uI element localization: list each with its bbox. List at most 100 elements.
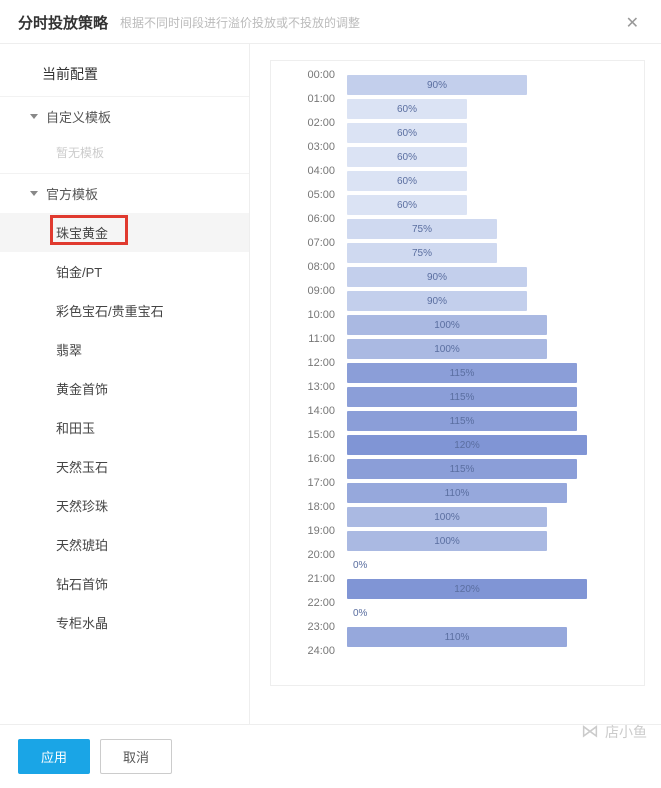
schedule-bar[interactable]: 115% [347,459,577,479]
sidebar-item[interactable]: 钻石首饰 [0,564,249,603]
schedule-bar[interactable]: 110% [347,483,567,503]
sidebar-group-empty: 暂无模板 [0,136,249,173]
time-label: 22:00 [283,597,335,609]
dialog-footer: 应用 取消 [0,724,661,788]
sidebar-item[interactable]: 天然琥珀 [0,525,249,564]
sidebar-item[interactable]: 黄金首饰 [0,369,249,408]
schedule-bar[interactable]: 115% [347,411,577,431]
time-label: 00:00 [283,69,335,81]
sidebar-item[interactable]: 铂金/PT [0,252,249,291]
schedule-bar[interactable]: 100% [347,507,547,527]
time-label: 20:00 [283,549,335,561]
sidebar-item[interactable]: 翡翠 [0,330,249,369]
bar-wrap: 75% [347,219,624,239]
apply-button[interactable]: 应用 [18,739,90,774]
schedule-bar[interactable]: 60% [347,195,467,215]
bar-wrap: 60% [347,99,624,119]
time-label: 08:00 [283,261,335,273]
time-label: 03:00 [283,141,335,153]
time-label: 23:00 [283,621,335,633]
sidebar-group-label: 官方模板 [46,184,98,203]
schedule-bar[interactable]: 60% [347,99,467,119]
bar-wrap: 100% [347,315,624,335]
time-label: 14:00 [283,405,335,417]
time-label: 19:00 [283,525,335,537]
bar-wrap: 120% [347,579,624,599]
schedule-bar[interactable]: 115% [347,363,577,383]
bar-wrap: 60% [347,123,624,143]
sidebar-item[interactable]: 专柜水晶 [0,603,249,642]
sidebar-group-head[interactable]: 自定义模板 [0,96,249,136]
bar-wrap: 90% [347,75,624,95]
sidebar-item[interactable]: 彩色宝石/贵重宝石 [0,291,249,330]
bar-wrap [347,651,624,671]
caret-down-icon [30,191,38,196]
selection-highlight [50,215,128,245]
bar-wrap: 115% [347,459,624,479]
bar-wrap: 120% [347,435,624,455]
time-label: 04:00 [283,165,335,177]
time-label: 02:00 [283,117,335,129]
schedule-bar[interactable]: 120% [347,435,587,455]
sidebar-item[interactable]: 和田玉 [0,408,249,447]
bar-wrap: 0% [347,603,624,623]
schedule-bar[interactable]: 90% [347,75,527,95]
time-label: 18:00 [283,501,335,513]
main-panel: 00:00 90% 01:00 60% 02:00 60% 03:00 60% 04:00 60%… [250,44,661,724]
schedule-bar[interactable]: 60% [347,123,467,143]
time-label: 01:00 [283,93,335,105]
bar-wrap: 100% [347,339,624,359]
time-label: 13:00 [283,381,335,393]
schedule-bar[interactable]: 75% [347,219,497,239]
time-label: 07:00 [283,237,335,249]
time-label: 11:00 [283,333,335,345]
time-label: 15:00 [283,429,335,441]
cancel-button[interactable]: 取消 [100,739,172,774]
schedule-bar[interactable]: 60% [347,147,467,167]
time-label: 06:00 [283,213,335,225]
sidebar-item[interactable]: 天然玉石 [0,447,249,486]
bar-wrap: 110% [347,483,624,503]
bar-wrap: 100% [347,531,624,551]
time-label: 17:00 [283,477,335,489]
time-label: 24:00 [283,645,335,657]
time-label: 09:00 [283,285,335,297]
bar-wrap: 60% [347,195,624,215]
schedule-bar[interactable]: 110% [347,627,567,647]
time-row[interactable]: 24:00 [283,649,624,673]
time-label: 12:00 [283,357,335,369]
bar-wrap: 60% [347,171,624,191]
schedule-bar[interactable]: 75% [347,243,497,263]
bar-wrap: 90% [347,267,624,287]
schedule-bar[interactable]: 120% [347,579,587,599]
sidebar-group-label: 自定义模板 [46,107,111,126]
dialog-header: 分时投放策略 根据不同时间段进行溢价投放或不投放的调整 ✕ [0,0,661,44]
schedule-bar[interactable]: 90% [347,291,527,311]
schedule-bar[interactable]: 100% [347,315,547,335]
schedule-bar[interactable]: 0% [347,555,373,575]
caret-down-icon [30,114,38,119]
bar-wrap: 75% [347,243,624,263]
bar-wrap: 115% [347,411,624,431]
sidebar-item[interactable]: 天然珍珠 [0,486,249,525]
time-label: 21:00 [283,573,335,585]
bar-wrap: 60% [347,147,624,167]
schedule-bar[interactable]: 90% [347,267,527,287]
schedule-bar[interactable]: 100% [347,339,547,359]
schedule-bar[interactable]: 100% [347,531,547,551]
time-label: 16:00 [283,453,335,465]
bar-wrap: 115% [347,363,624,383]
bar-wrap: 110% [347,627,624,647]
bar-wrap: 90% [347,291,624,311]
sidebar-item[interactable]: 珠宝黄金 [0,213,249,252]
time-label: 05:00 [283,189,335,201]
schedule-bar[interactable]: 0% [347,603,373,623]
close-icon[interactable]: ✕ [622,13,643,33]
bar-wrap: 0% [347,555,624,575]
schedule-bar[interactable]: 60% [347,171,467,191]
sidebar-current-config[interactable]: 当前配置 [0,54,249,96]
time-label: 10:00 [283,309,335,321]
time-schedule-panel: 00:00 90% 01:00 60% 02:00 60% 03:00 60% 04:00 60%… [270,60,645,686]
sidebar-group-head[interactable]: 官方模板 [0,173,249,213]
schedule-bar[interactable]: 115% [347,387,577,407]
